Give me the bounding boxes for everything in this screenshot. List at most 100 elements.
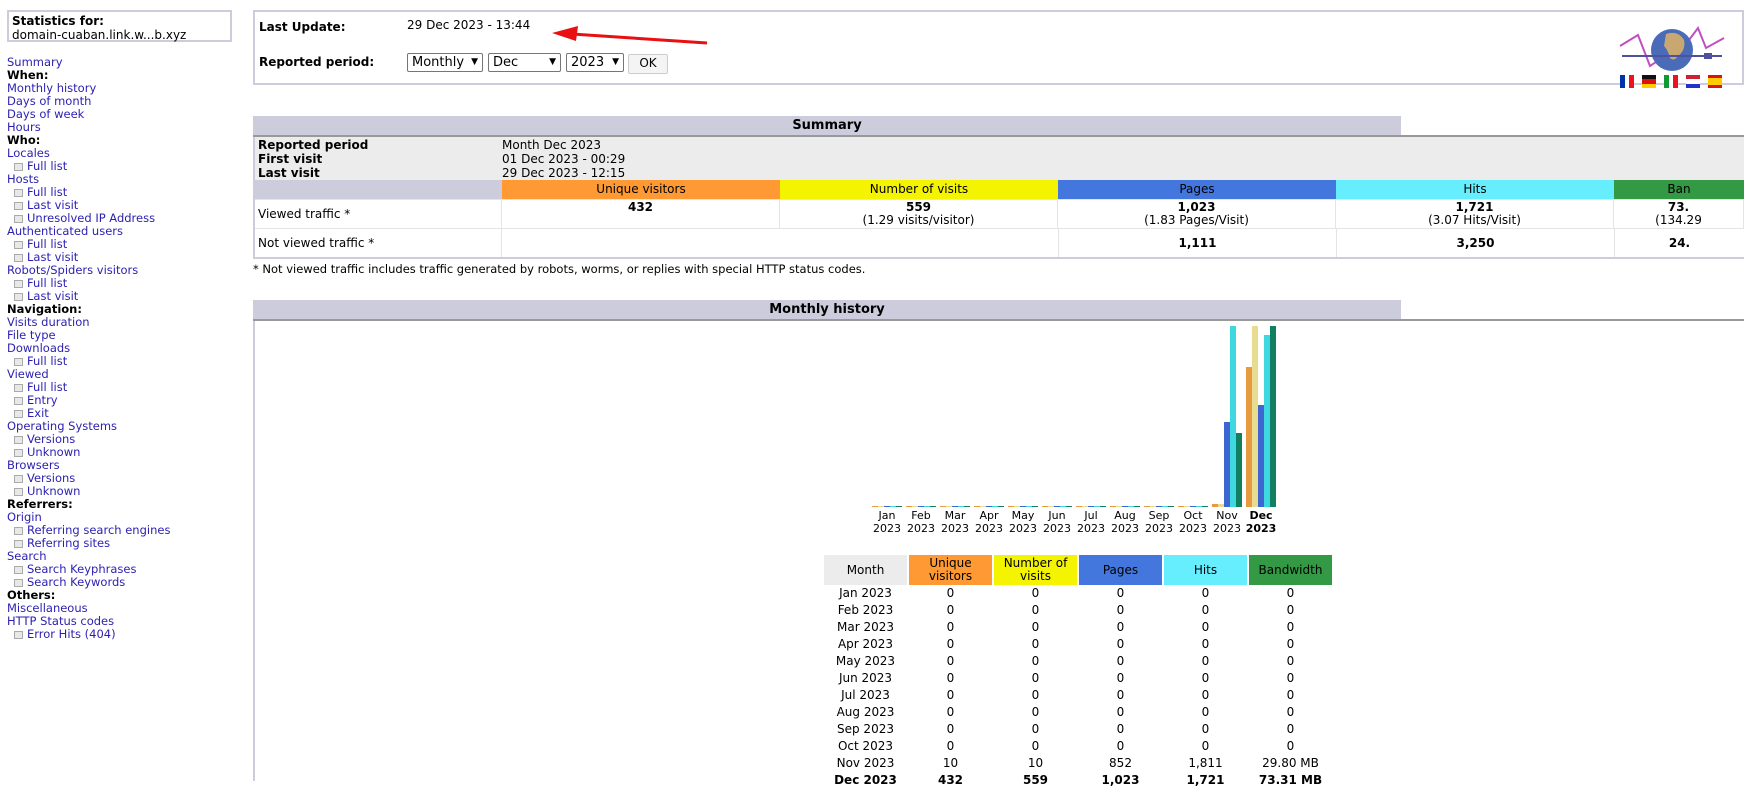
menu-link-last-visit[interactable]: Last visit [27, 250, 78, 264]
x-year-label: 2023 [873, 522, 901, 535]
menu-item: Hours [7, 121, 232, 134]
bar-bandwidth-oct [1202, 506, 1208, 507]
monthly-history-table: Month Unique visitors Number of visits Page… [822, 555, 1334, 789]
col-pages: Pages [1058, 180, 1336, 199]
menu-link-full-list[interactable]: Full list [27, 354, 67, 368]
month-col-header: Hits [1164, 555, 1247, 585]
menu-link-http-status-codes[interactable]: HTTP Status codes [7, 614, 114, 628]
table-cell: 0 [1031, 688, 1040, 702]
menu-link-error-hits-404[interactable]: Error Hits (404) [27, 627, 116, 641]
menu-link-referring-sites[interactable]: Referring sites [27, 536, 110, 550]
table-cell: 0 [1201, 603, 1210, 617]
menu-link-search-keyphrases[interactable]: Search Keyphrases [27, 562, 136, 576]
menu-link-exit[interactable]: Exit [27, 406, 49, 420]
summary-footnote: * Not viewed traffic includes traffic ge… [253, 262, 866, 276]
table-cell: 1,023 [1101, 773, 1140, 787]
menu-link-full-list[interactable]: Full list [27, 237, 67, 251]
menu-link-hours[interactable]: Hours [7, 120, 41, 134]
ok-button[interactable]: OK [628, 54, 668, 74]
menu-link-entry[interactable]: Entry [27, 393, 58, 407]
table-cell: 10 [942, 756, 959, 770]
bar-bandwidth-apr [998, 506, 1004, 507]
bar-unique-sep [1144, 506, 1150, 507]
menu-link-locales[interactable]: Locales [7, 146, 50, 160]
menu-link-downloads[interactable]: Downloads [7, 341, 70, 355]
table-row: Sep 2023 0 0 0 0 0 [824, 721, 1332, 738]
last-update-value: 29 Dec 2023 - 13:44 [407, 18, 531, 32]
subitem-icon [14, 397, 23, 405]
table-cell: 0 [1201, 671, 1210, 685]
menu-link-operating-systems[interactable]: Operating Systems [7, 419, 117, 433]
subitem-icon [14, 449, 23, 457]
subitem-icon [14, 410, 23, 418]
menu-link-unresolved-ip-address[interactable]: Unresolved IP Address [27, 211, 155, 225]
menu-link-file-type[interactable]: File type [7, 328, 56, 342]
table-cell: 29.80 MB [1262, 756, 1319, 770]
menu-link-viewed[interactable]: Viewed [7, 367, 49, 381]
bar-bandwidth-may [1032, 506, 1038, 507]
menu-link-summary[interactable]: Summary [7, 55, 63, 69]
viewed-cell: 559 (1.29 visits/visitor) [780, 200, 1058, 228]
bar-hits-dec [1264, 335, 1270, 507]
menu-link-full-list[interactable]: Full list [27, 380, 67, 394]
value: 73. [1667, 200, 1690, 214]
menu-link-days-of-week[interactable]: Days of week [7, 107, 84, 121]
x-year-label: 2023 [1213, 522, 1241, 535]
meta-value: Month Dec 2023 [502, 138, 601, 152]
menu-link-unknown[interactable]: Unknown [27, 484, 80, 498]
bar-visits-may [1014, 506, 1020, 507]
x-month-label: Sep [1149, 509, 1170, 522]
bar-visits-sep [1150, 506, 1156, 507]
menu-link-search[interactable]: Search [7, 549, 47, 563]
menu-link-unknown[interactable]: Unknown [27, 445, 80, 459]
menu-link-full-list[interactable]: Full list [27, 159, 67, 173]
bar-unique-nov [1212, 504, 1218, 507]
menu-link-last-visit[interactable]: Last visit [27, 289, 78, 303]
menu-link-miscellaneous[interactable]: Miscellaneous [7, 601, 88, 615]
subitem-icon [14, 254, 23, 262]
menu-link-monthly-history[interactable]: Monthly history [7, 81, 96, 95]
table-cell: 0 [1116, 586, 1125, 600]
menu-link-robots-spiders-visitors[interactable]: Robots/Spiders visitors [7, 263, 138, 277]
viewed-cell: 432 [502, 200, 780, 228]
menu-link-hosts[interactable]: Hosts [7, 172, 39, 186]
menu-link-full-list[interactable]: Full list [27, 185, 67, 199]
year-select[interactable]: 2023 ▼ [566, 53, 624, 72]
bar-pages-mar [952, 506, 958, 507]
monthly-history-chart: Jan2023Feb2023Mar2023Apr2023May2023Jun20… [872, 326, 1277, 535]
menu-link-origin[interactable]: Origin [7, 510, 42, 524]
subitem-icon [14, 566, 23, 574]
menu-link-full-list[interactable]: Full list [27, 276, 67, 290]
awstats-logo [1619, 25, 1725, 88]
menu-link-referring-search-engines[interactable]: Referring search engines [27, 523, 170, 537]
month-select[interactable]: Dec ▼ [488, 53, 561, 72]
x-year-label: 2023 [907, 522, 935, 535]
menu-link-visits-duration[interactable]: Visits duration [7, 315, 90, 329]
menu-link-versions[interactable]: Versions [27, 471, 75, 485]
ratio: (134.29 [1655, 213, 1702, 227]
table-cell: 0 [946, 722, 955, 736]
menu-link-versions[interactable]: Versions [27, 432, 75, 446]
menu-link-days-of-month[interactable]: Days of month [7, 94, 91, 108]
subitem-icon [14, 189, 23, 197]
bar-visits-jan [878, 506, 884, 507]
bar-hits-jun [1060, 506, 1066, 507]
menu-link-authenticated-users[interactable]: Authenticated users [7, 224, 123, 238]
x-year-label: 2023 [1246, 522, 1277, 535]
bar-visits-jun [1048, 506, 1054, 507]
table-cell: 0 [946, 705, 955, 719]
menu-link-last-visit[interactable]: Last visit [27, 198, 78, 212]
table-cell: 0 [1031, 620, 1040, 634]
bar-pages-sep [1156, 506, 1162, 507]
period-type-select[interactable]: Monthly ▼ [407, 53, 483, 72]
x-year-label: 2023 [1043, 522, 1071, 535]
menu-link-browsers[interactable]: Browsers [7, 458, 60, 472]
menu-subitem: Error Hits (404) [7, 628, 232, 641]
table-cell: 0 [1201, 705, 1210, 719]
table-cell: 852 [1109, 756, 1132, 770]
x-year-label: 2023 [1179, 522, 1207, 535]
subitem-icon [14, 540, 23, 548]
table-cell: Aug 2023 [836, 705, 895, 719]
bar-hits-may [1026, 506, 1032, 507]
menu-link-search-keywords[interactable]: Search Keywords [27, 575, 125, 589]
